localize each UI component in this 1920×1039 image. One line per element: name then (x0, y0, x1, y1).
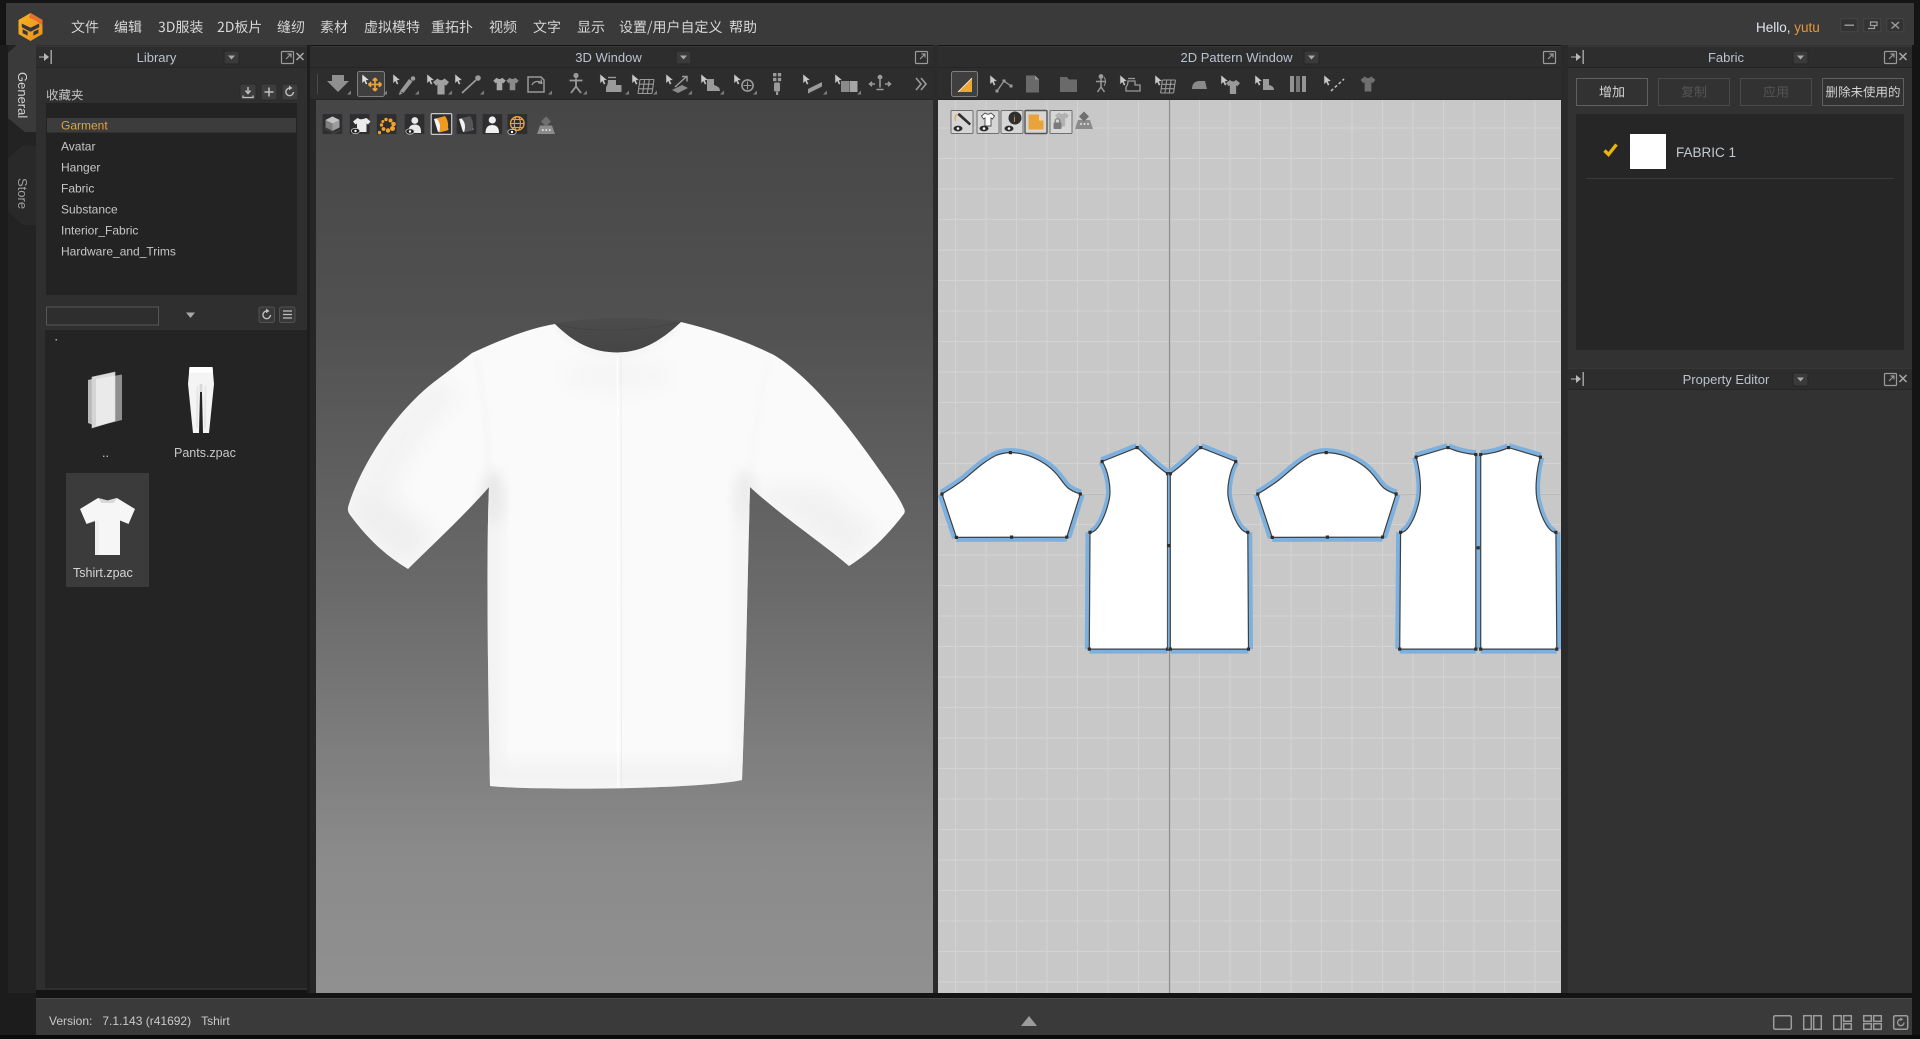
svg-text:i: i (1013, 114, 1015, 124)
svg-text:Hardware_and_Trims: Hardware_and_Trims (61, 245, 176, 259)
svg-text:Hanger: Hanger (61, 161, 100, 175)
svg-text:Garment: Garment (61, 119, 108, 133)
svg-text:Interior_Fabric: Interior_Fabric (61, 224, 138, 238)
svg-text:Avatar: Avatar (61, 140, 95, 154)
svg-text:Fabric: Fabric (61, 182, 94, 196)
svg-text:FABRIC 1: FABRIC 1 (1676, 145, 1736, 160)
svg-text:Substance: Substance (61, 203, 118, 217)
svg-text:Tshirt.zpac: Tshirt.zpac (73, 566, 133, 580)
svg-text:..: .. (102, 446, 109, 460)
svg-text:Pants.zpac: Pants.zpac (174, 446, 236, 460)
